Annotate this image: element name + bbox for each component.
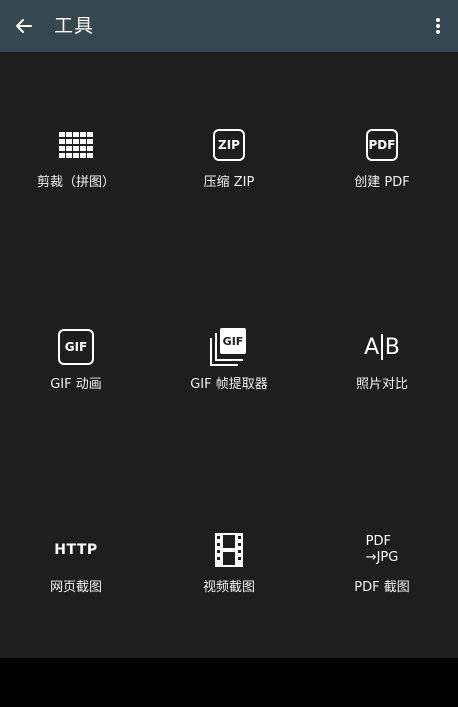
tools-grid: 剪裁（拼图） ZIP 压缩 ZIP PDF 创建 PDF GIF GIF 动画 xyxy=(0,52,458,658)
gif-icon-text: GIF xyxy=(64,340,88,354)
system-nav-bar xyxy=(0,658,458,707)
http-icon: HTTP xyxy=(54,542,98,558)
compare-icon-b: B xyxy=(384,334,400,360)
tool-zip[interactable]: ZIP 压缩 ZIP xyxy=(153,107,305,227)
tool-label: 视频截图 xyxy=(202,580,255,595)
tool-label: PDF 截图 xyxy=(354,580,410,595)
tool-web-screenshot[interactable]: HTTP 网页截图 xyxy=(0,512,152,632)
zip-icon-wrap: ZIP xyxy=(153,125,305,165)
tool-gif-animation[interactable]: GIF GIF 动画 xyxy=(0,309,152,429)
overflow-menu-button[interactable] xyxy=(426,12,450,40)
zip-icon: ZIP xyxy=(213,129,245,161)
pdf-to-jpg-icon: PDF →JPG xyxy=(366,534,399,566)
tool-crop-collage[interactable]: 剪裁（拼图） xyxy=(0,107,152,227)
pdf-icon: PDF xyxy=(366,129,398,161)
compare-icon-a: A xyxy=(364,334,380,360)
http-icon-wrap: HTTP xyxy=(0,530,152,570)
page-title: 工具 xyxy=(54,15,95,37)
compare-icon-wrap: AB xyxy=(306,327,458,367)
app-bar: 工具 xyxy=(0,0,458,52)
tool-photo-compare[interactable]: AB 照片对比 xyxy=(306,309,458,429)
compare-icon: AB xyxy=(364,334,400,360)
pdf-to-jpg-line2: →JPG xyxy=(365,550,399,565)
tool-create-pdf[interactable]: PDF 创建 PDF xyxy=(306,107,458,227)
tool-label: 网页截图 xyxy=(49,580,102,595)
pdf-to-jpg-line1: PDF xyxy=(365,534,391,549)
tool-label: GIF 帧提取器 xyxy=(190,377,268,392)
zip-icon-text: ZIP xyxy=(218,138,240,152)
film-icon xyxy=(153,530,305,570)
tool-pdf-screenshot[interactable]: PDF →JPG PDF 截图 xyxy=(306,512,458,632)
gif-icon: GIF xyxy=(58,329,94,365)
gif-stack-icon-text: GIF xyxy=(222,334,244,348)
gif-stack-icon-wrap: GIF xyxy=(153,327,305,367)
pdf-to-jpg-icon-wrap: PDF →JPG xyxy=(306,530,458,570)
arrow-back-icon xyxy=(16,19,32,33)
tool-video-screenshot[interactable]: 视频截图 xyxy=(153,512,305,632)
more-vert-icon xyxy=(436,18,440,34)
pdf-icon-wrap: PDF xyxy=(306,125,458,165)
tool-label: 照片对比 xyxy=(355,377,408,392)
tool-gif-frame-extractor[interactable]: GIF GIF 帧提取器 xyxy=(153,309,305,429)
gif-stack-icon: GIF xyxy=(210,328,248,366)
grid-icon xyxy=(0,125,152,165)
tool-label: 压缩 ZIP xyxy=(203,175,255,190)
pdf-icon-text: PDF xyxy=(368,138,396,152)
tool-label: GIF 动画 xyxy=(50,377,102,392)
tool-label: 剪裁（拼图） xyxy=(36,175,115,190)
tool-label: 创建 PDF xyxy=(354,175,410,190)
gif-icon-wrap: GIF xyxy=(0,327,152,367)
back-button[interactable] xyxy=(10,12,38,40)
